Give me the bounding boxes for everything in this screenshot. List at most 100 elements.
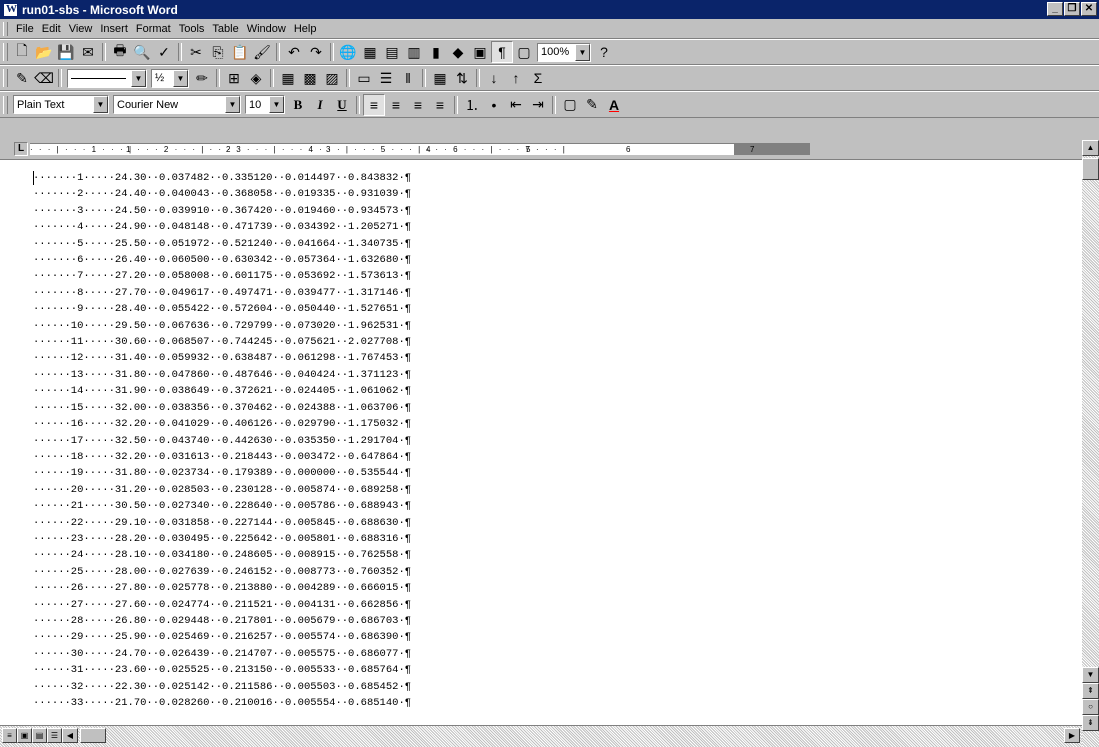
eraser-icon[interactable]: ⌫	[33, 67, 55, 89]
document-line[interactable]: ······27·····27.60··0.024774··0.211521··…	[33, 597, 411, 613]
document-line[interactable]: ······13·····31.80··0.047860··0.487646··…	[33, 367, 411, 383]
highlight-icon[interactable]: ✎	[581, 94, 603, 116]
insert-table-icon[interactable]: ▤	[381, 41, 403, 63]
document-body[interactable]: ·······1·····24.30··0.037482··0.335120··…	[0, 159, 1082, 725]
autoformat-icon[interactable]: ▦	[429, 67, 451, 89]
font-combo[interactable]: Courier New ▼	[113, 95, 241, 114]
document-text[interactable]: ·······1·····24.30··0.037482··0.335120··…	[33, 170, 411, 711]
document-line[interactable]: ······32·····22.30··0.025142··0.211586··…	[33, 679, 411, 695]
document-line[interactable]: ······12·····31.40··0.059932··0.638487··…	[33, 350, 411, 366]
drawing-icon[interactable]: ◆	[447, 41, 469, 63]
menu-format[interactable]: Format	[132, 23, 175, 35]
toolbar-grip[interactable]	[3, 43, 8, 61]
sort-ascending-icon[interactable]: ↓	[483, 67, 505, 89]
outline-view-icon[interactable]: ☰	[47, 728, 62, 743]
print-layout-icon[interactable]: ▤	[32, 728, 47, 743]
show-hide-icon[interactable]: ¶	[491, 41, 513, 63]
document-line[interactable]: ·······6·····26.40··0.060500··0.630342··…	[33, 252, 411, 268]
increase-indent-icon[interactable]: ⇥	[527, 94, 549, 116]
menu-help[interactable]: Help	[290, 23, 321, 35]
insert-excel-icon[interactable]: ▥	[403, 41, 425, 63]
distribute-columns-icon[interactable]: ‖	[397, 67, 419, 89]
bold-button[interactable]: B	[287, 94, 309, 116]
document-line[interactable]: ·······1·····24.30··0.037482··0.335120··…	[33, 170, 411, 186]
print-icon[interactable]: 🖶	[109, 41, 131, 63]
italic-button[interactable]: I	[309, 94, 331, 116]
shading-icon[interactable]: ◈	[245, 67, 267, 89]
menu-edit[interactable]: Edit	[38, 23, 65, 35]
ruler-scale[interactable]: · · · | · · · 1 · · · | · · · 2 · · · | …	[30, 143, 810, 155]
style-combo[interactable]: Plain Text ▼	[13, 95, 109, 114]
align-right-icon[interactable]: ≡	[407, 94, 429, 116]
document-line[interactable]: ······20·····31.20··0.028503··0.230128··…	[33, 482, 411, 498]
open-folder-icon[interactable]: 📂	[33, 41, 55, 63]
format-painter-icon[interactable]: 🖌	[251, 41, 273, 63]
outside-border-icon[interactable]: ▢	[559, 94, 581, 116]
underline-button[interactable]: U	[331, 94, 353, 116]
document-line[interactable]: ·······2·····24.40··0.040043··0.368058··…	[33, 186, 411, 202]
document-line[interactable]: ······24·····28.10··0.034180··0.248605··…	[33, 547, 411, 563]
save-icon[interactable]: 💾	[55, 41, 77, 63]
columns-icon[interactable]: ▮	[425, 41, 447, 63]
document-line[interactable]: ·······5·····25.50··0.051972··0.521240··…	[33, 236, 411, 252]
select-browse-object-button[interactable]: ○	[1082, 699, 1099, 715]
document-line[interactable]: ······28·····26.80··0.029448··0.217801··…	[33, 613, 411, 629]
line-style-combo[interactable]: ▼	[67, 68, 147, 88]
chevron-down-icon[interactable]: ▼	[93, 96, 108, 113]
document-line[interactable]: ······17·····32.50··0.043740··0.442630··…	[33, 433, 411, 449]
font-size-combo[interactable]: 10 ▼	[245, 95, 285, 114]
justify-icon[interactable]: ≡	[429, 94, 451, 116]
menu-tools[interactable]: Tools	[175, 23, 209, 35]
copy-icon[interactable]: ⎘	[207, 41, 229, 63]
previous-page-button[interactable]: ⇞	[1082, 683, 1099, 699]
align-icon[interactable]: ▭	[353, 67, 375, 89]
horizontal-scroll-thumb[interactable]	[80, 728, 106, 743]
word-app-icon[interactable]	[3, 2, 18, 17]
minimize-button[interactable]: _	[1047, 2, 1063, 16]
undo-icon[interactable]: ↶	[283, 41, 305, 63]
menu-view[interactable]: View	[65, 23, 97, 35]
tables-borders-icon[interactable]: ▦	[359, 41, 381, 63]
menu-insert[interactable]: Insert	[96, 23, 132, 35]
document-map-icon[interactable]: ▣	[469, 41, 491, 63]
document-line[interactable]: ·······3·····24.50··0.039910··0.367420··…	[33, 203, 411, 219]
document-line[interactable]: ······16·····32.20··0.041029··0.406126··…	[33, 416, 411, 432]
email-icon[interactable]: ✉	[77, 41, 99, 63]
web-layout-icon[interactable]: ▣	[17, 728, 32, 743]
document-line[interactable]: ······21·····30.50··0.027340··0.228640··…	[33, 498, 411, 514]
document-line[interactable]: ······33·····21.70··0.028260··0.210016··…	[33, 695, 411, 711]
autosum-icon[interactable]: Σ	[527, 67, 549, 89]
split-cells-icon[interactable]: ▨	[321, 67, 343, 89]
menu-table[interactable]: Table	[208, 23, 242, 35]
menu-window[interactable]: Window	[243, 23, 290, 35]
document-line[interactable]: ······19·····31.80··0.023734··0.179389··…	[33, 465, 411, 481]
chevron-down-icon[interactable]: ▼	[575, 43, 590, 61]
cut-icon[interactable]: ✂	[185, 41, 207, 63]
document-line[interactable]: ······31·····23.60··0.025525··0.213150··…	[33, 662, 411, 678]
next-page-button[interactable]: ⇟	[1082, 715, 1099, 731]
document-line[interactable]: ······29·····25.90··0.025469··0.216257··…	[33, 629, 411, 645]
document-line[interactable]: ······30·····24.70··0.026439··0.214707··…	[33, 646, 411, 662]
hyperlink-icon[interactable]: 🌐	[337, 41, 359, 63]
sort-descending-icon[interactable]: ↑	[505, 67, 527, 89]
document-line[interactable]: ······15·····32.00··0.038356··0.370462··…	[33, 400, 411, 416]
document-line[interactable]: ······26·····27.80··0.025778··0.213880··…	[33, 580, 411, 596]
scroll-left-button[interactable]: ◀	[62, 728, 78, 743]
insert-table-icon[interactable]: ▦	[277, 67, 299, 89]
document-line[interactable]: ······11·····30.60··0.068507··0.744245··…	[33, 334, 411, 350]
draw-table-pencil-icon[interactable]: ✎	[11, 67, 33, 89]
vertical-scrollbar[interactable]: ▲ ▼ ⇞ ○ ⇟	[1082, 140, 1099, 747]
borders-icon[interactable]: ⊞	[223, 67, 245, 89]
document-line[interactable]: ·······7·····27.20··0.058008··0.601175··…	[33, 268, 411, 284]
document-line[interactable]: ······23·····28.20··0.030495··0.225642··…	[33, 531, 411, 547]
new-document-icon[interactable]: 🗋	[11, 41, 33, 63]
toolbar-grip[interactable]	[3, 69, 8, 87]
redo-icon[interactable]: ↷	[305, 41, 327, 63]
text-direction-icon[interactable]: ⇅	[451, 67, 473, 89]
document-line[interactable]: ······18·····32.20··0.031613··0.218443··…	[33, 449, 411, 465]
document-line[interactable]: ·······8·····27.70··0.049617··0.497471··…	[33, 285, 411, 301]
paste-icon[interactable]: 📋	[229, 41, 251, 63]
scroll-right-button[interactable]: ▶	[1064, 728, 1080, 743]
distribute-rows-icon[interactable]: ☰	[375, 67, 397, 89]
document-line[interactable]: ······22·····29.10··0.031858··0.227144··…	[33, 515, 411, 531]
